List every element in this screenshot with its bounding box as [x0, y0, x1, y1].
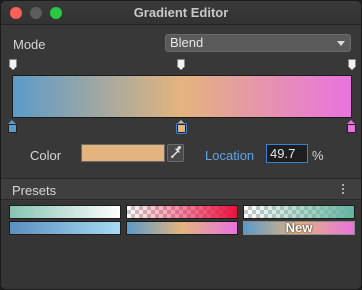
preset-blue-lightblue[interactable] [9, 221, 121, 235]
alpha-stop-end[interactable] [348, 59, 356, 71]
new-preset-label: New [285, 220, 313, 235]
preset-transparent-teal[interactable] [243, 205, 355, 219]
new-preset-button[interactable]: New [243, 221, 355, 235]
chevron-down-icon [337, 41, 345, 46]
gradient-preview-bar[interactable] [12, 75, 352, 118]
alpha-stop-start[interactable] [9, 59, 17, 71]
location-input[interactable]: 49.7 [266, 144, 308, 163]
eyedropper-icon [170, 145, 182, 159]
preset-mint-white[interactable] [9, 205, 121, 219]
color-stop-middle[interactable] [177, 120, 186, 133]
color-stop-end[interactable] [347, 120, 356, 133]
mode-dropdown[interactable]: Blend [165, 34, 351, 52]
eyedropper-button[interactable] [167, 144, 184, 162]
mode-label: Mode [13, 37, 46, 52]
mode-selected-value: Blend [170, 35, 204, 50]
location-unit: % [312, 148, 324, 163]
presets-label: Presets [12, 183, 57, 198]
color-well[interactable] [81, 144, 165, 162]
color-stop-start[interactable] [8, 120, 17, 133]
title-bar: Gradient Editor [1, 1, 361, 25]
color-label: Color [30, 148, 62, 163]
gradient-editor-window: Gradient Editor Mode Blend Color Locatio… [0, 0, 362, 290]
alpha-stop-middle[interactable] [177, 59, 185, 71]
preset-transparent-red[interactable] [126, 205, 238, 219]
preset-blue-peach-pink[interactable] [126, 221, 238, 235]
location-label: Location [205, 148, 255, 163]
window-title: Gradient Editor [133, 5, 229, 20]
more-options-icon[interactable] [340, 184, 346, 196]
